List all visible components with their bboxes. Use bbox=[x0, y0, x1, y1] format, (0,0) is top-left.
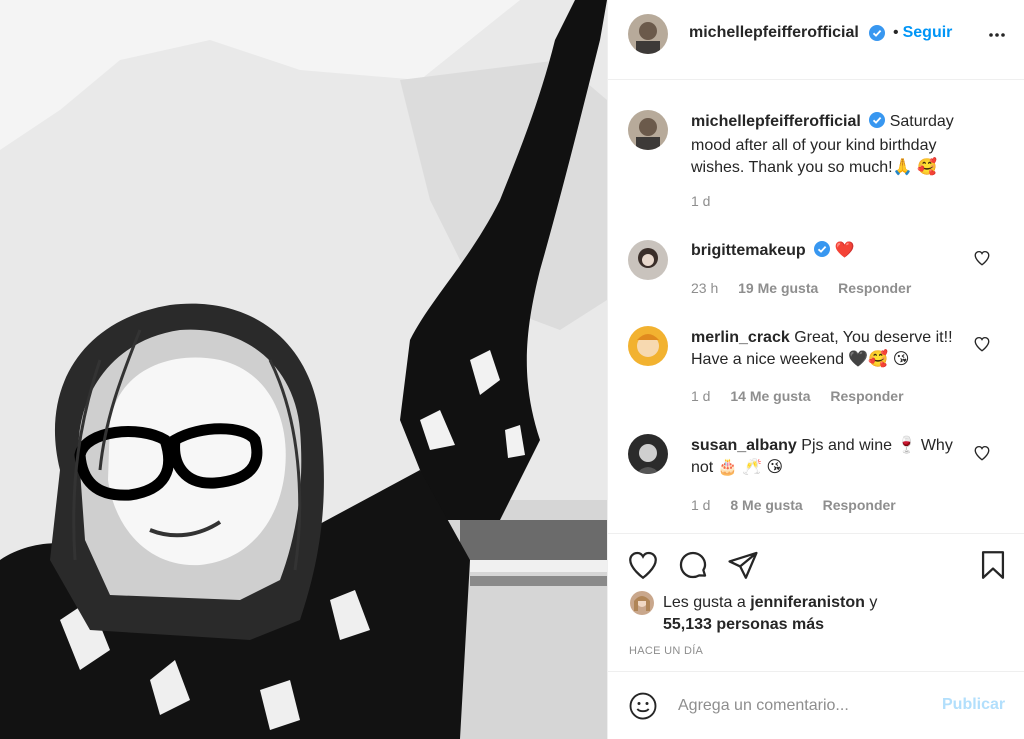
commenter-avatar[interactable] bbox=[628, 434, 668, 474]
comment-username[interactable]: susan_albany bbox=[691, 437, 797, 454]
comment-like-heart-icon[interactable] bbox=[973, 444, 991, 462]
follow-button[interactable]: • Seguir bbox=[893, 24, 952, 42]
post-photo-illustration bbox=[0, 0, 607, 739]
verified-badge-icon bbox=[869, 25, 885, 46]
post-caption: michellepfeifferofficial Saturday mood a… bbox=[691, 111, 991, 179]
comment-like-heart-icon[interactable] bbox=[973, 249, 991, 267]
verified-badge-icon bbox=[869, 112, 886, 135]
commenter-avatar[interactable] bbox=[628, 326, 668, 366]
comment-text: ❤️ bbox=[834, 242, 855, 259]
likes-connector: y bbox=[869, 594, 878, 611]
follow-label: Seguir bbox=[902, 24, 953, 41]
comment-meta: 23 h 19 Me gusta Responder bbox=[691, 280, 927, 296]
comment-meta: 1 d 14 Me gusta Responder bbox=[691, 388, 920, 404]
comment-bubble-icon[interactable] bbox=[676, 548, 710, 582]
comment-username[interactable]: brigittemakeup bbox=[691, 242, 806, 259]
comment-item: susan_albany Pjs and wine 🍷 Why not 🎂 🥂 … bbox=[691, 435, 971, 479]
caption-time[interactable]: 1 d bbox=[691, 193, 710, 209]
author-username[interactable]: michellepfeifferofficial bbox=[689, 24, 859, 42]
post-header: michellepfeifferofficial • Seguir bbox=[608, 0, 1024, 80]
caption-author-avatar[interactable] bbox=[628, 110, 668, 150]
publish-button[interactable]: Publicar bbox=[942, 696, 1005, 714]
likes-count[interactable]: 55,133 personas más bbox=[663, 616, 824, 633]
comment-username[interactable]: merlin_crack bbox=[691, 329, 790, 346]
comment-item: merlin_crack Great, You deserve it!! Hav… bbox=[691, 327, 971, 371]
liker-avatar[interactable] bbox=[630, 591, 654, 615]
comment-reply-button[interactable]: Responder bbox=[830, 388, 903, 404]
comment-input[interactable] bbox=[678, 694, 928, 718]
post-actions: Les gusta a jenniferaniston y 55,133 per… bbox=[608, 533, 1024, 671]
paper-plane-icon[interactable] bbox=[726, 548, 760, 582]
comment-likes[interactable]: 19 Me gusta bbox=[738, 280, 818, 296]
smiley-icon[interactable] bbox=[628, 691, 658, 721]
caption-username[interactable]: michellepfeifferofficial bbox=[691, 113, 861, 130]
likes-prefix: Les gusta a bbox=[663, 594, 746, 611]
follow-separator: • bbox=[893, 24, 899, 41]
comment-reply-button[interactable]: Responder bbox=[823, 497, 896, 513]
heart-icon[interactable] bbox=[626, 548, 660, 582]
likes-summary: Les gusta a jenniferaniston y 55,133 per… bbox=[663, 592, 877, 636]
bookmark-icon[interactable] bbox=[976, 548, 1010, 582]
post-side-panel: michellepfeifferofficial • Seguir michell… bbox=[607, 0, 1024, 739]
more-options-icon[interactable] bbox=[985, 23, 1009, 47]
comment-likes[interactable]: 14 Me gusta bbox=[730, 388, 810, 404]
comment-time[interactable]: 1 d bbox=[691, 497, 710, 513]
commenter-avatar[interactable] bbox=[628, 240, 668, 280]
post-image[interactable] bbox=[0, 0, 607, 739]
comment-likes[interactable]: 8 Me gusta bbox=[730, 497, 802, 513]
comment-time[interactable]: 23 h bbox=[691, 280, 718, 296]
author-avatar[interactable] bbox=[628, 14, 668, 54]
post-timestamp[interactable]: HACE UN DÍA bbox=[629, 645, 703, 657]
comment-reply-button[interactable]: Responder bbox=[838, 280, 911, 296]
comment-time[interactable]: 1 d bbox=[691, 388, 710, 404]
verified-badge-icon bbox=[814, 241, 831, 264]
caption-meta: 1 d bbox=[691, 193, 726, 209]
likes-user[interactable]: jenniferaniston bbox=[750, 594, 865, 611]
comment-like-heart-icon[interactable] bbox=[973, 335, 991, 353]
comment-meta: 1 d 8 Me gusta Responder bbox=[691, 497, 912, 513]
add-comment-bar: Publicar bbox=[608, 671, 1024, 739]
comment-item: brigittemakeup ❤️ bbox=[691, 240, 971, 264]
